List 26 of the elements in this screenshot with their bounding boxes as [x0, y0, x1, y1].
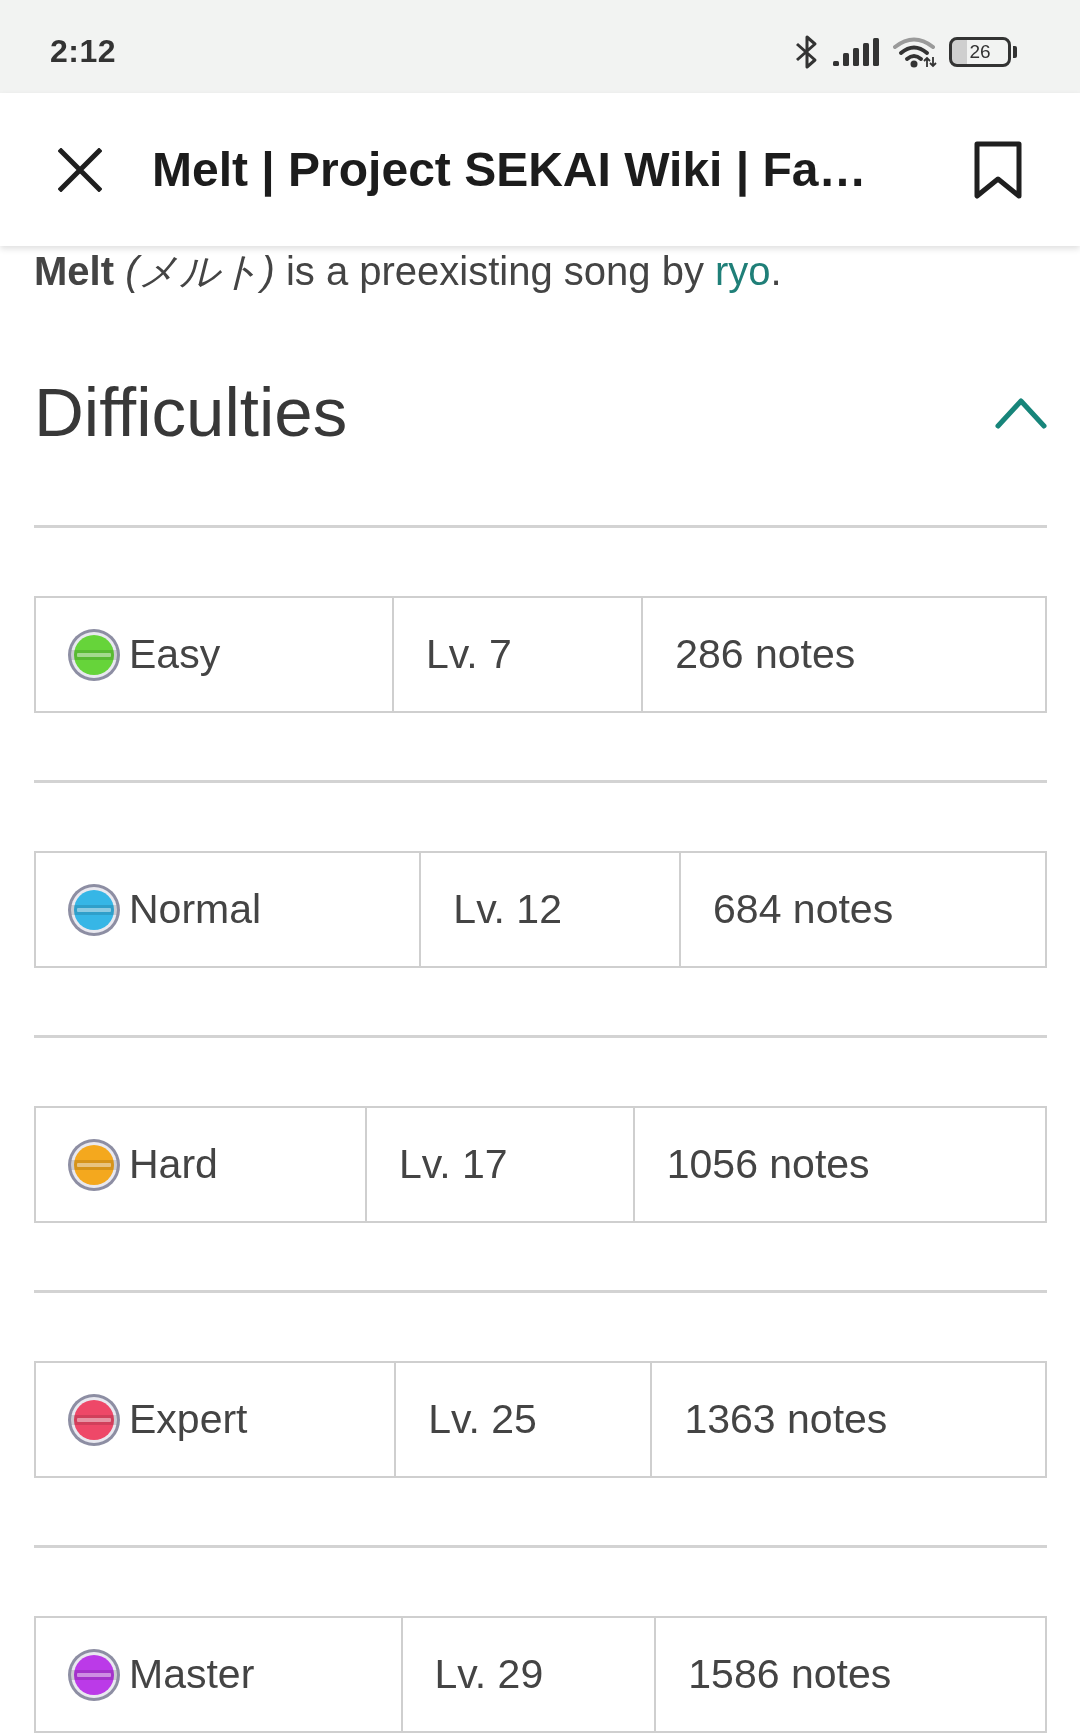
- signal-icon: [833, 37, 881, 66]
- wifi-icon: [893, 35, 937, 68]
- note-count: 684 notes: [680, 852, 1046, 967]
- note-count: 1363 notes: [651, 1362, 1046, 1477]
- intro-sentence: Melt (メルト) is a preexisting song by ryo.: [34, 248, 783, 294]
- page-title: Melt | Project SEKAI Wiki | Fa…: [152, 142, 868, 197]
- difficulty-name: Easy: [129, 631, 221, 678]
- chevron-icon[interactable]: [995, 397, 1047, 429]
- status-time: 2:12: [50, 33, 117, 70]
- close-icon[interactable]: [58, 147, 102, 192]
- section-heading: Difficulties: [34, 373, 348, 453]
- note-count: 1586 notes: [655, 1617, 1046, 1732]
- artist-link[interactable]: ryo: [715, 249, 771, 293]
- difficulty-level: Lv. 25: [395, 1362, 652, 1477]
- battery-percentage: 26: [969, 42, 991, 61]
- difficulty-level: Lv. 7: [392, 597, 643, 712]
- difficulty-name: Normal: [129, 886, 262, 933]
- difficulty-name: Master: [129, 1651, 255, 1698]
- note-count: 286 notes: [642, 597, 1046, 712]
- difficulty-name: Expert: [129, 1396, 248, 1443]
- difficulty-level: Lv. 17: [365, 1107, 634, 1222]
- difficulty-name: Hard: [129, 1141, 218, 1188]
- bookmark-icon[interactable]: [974, 140, 1022, 199]
- difficulty-level: Lv. 12: [420, 852, 681, 967]
- difficulty-level: Lv. 29: [401, 1617, 656, 1732]
- note-count: 1056 notes: [633, 1107, 1046, 1222]
